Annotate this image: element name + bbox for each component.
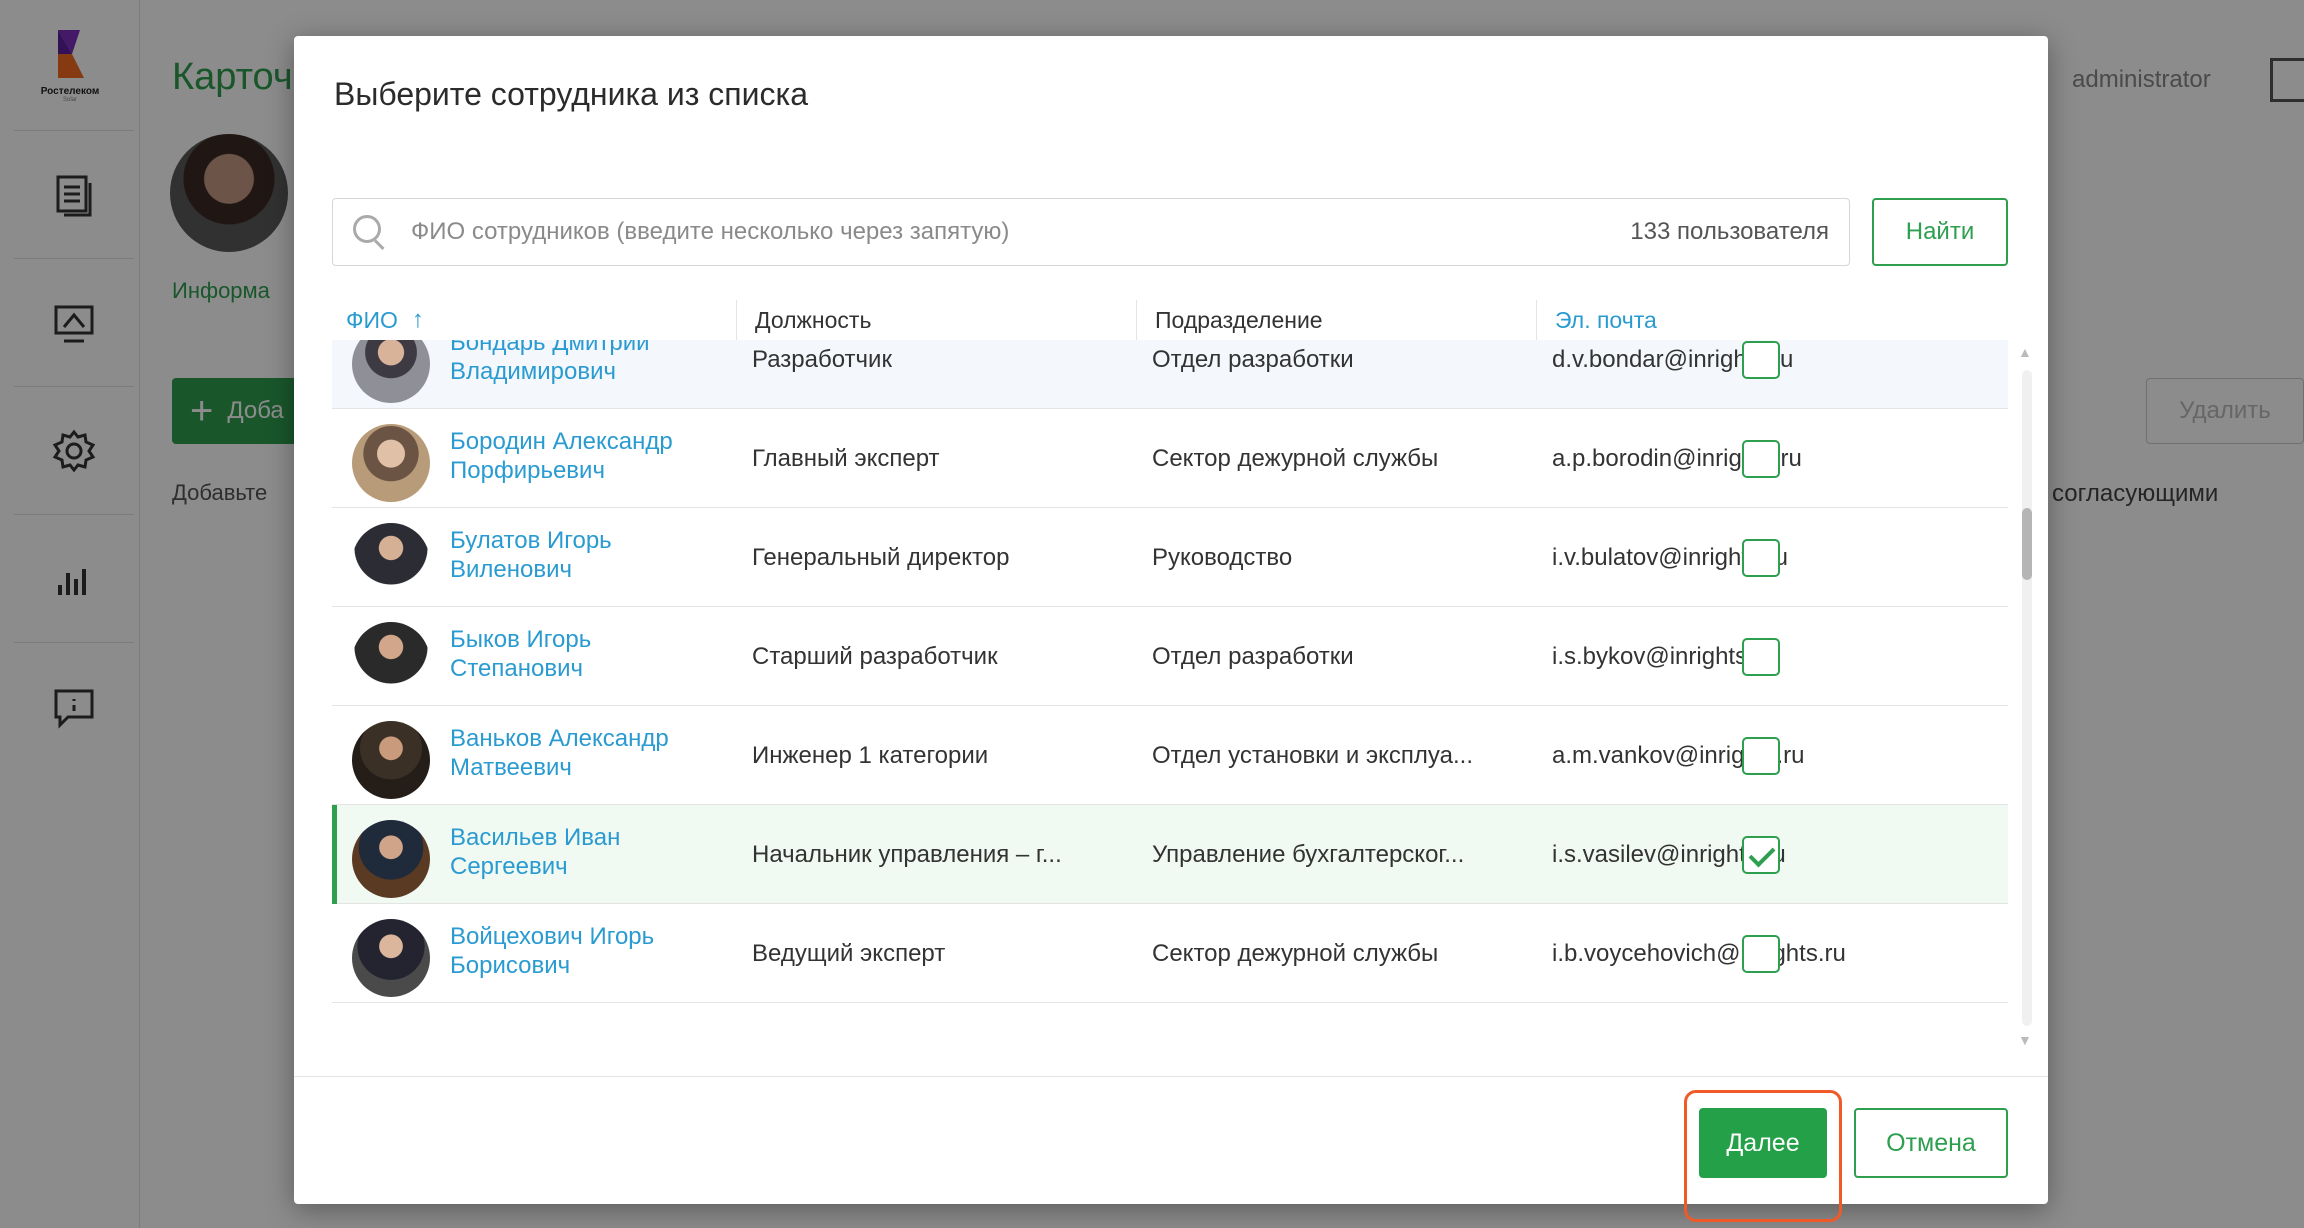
table-row[interactable]: Быков Игорь Степанович Старший разработч… <box>332 607 2008 706</box>
table-row[interactable]: Булатов Игорь Виленович Генеральный дире… <box>332 508 2008 607</box>
employee-department: Отдел разработки <box>1152 642 1354 670</box>
column-department[interactable]: Подразделение <box>1136 300 1536 340</box>
row-checkbox[interactable] <box>1742 539 1780 577</box>
row-checkbox[interactable] <box>1742 737 1780 775</box>
employee-name[interactable]: Булатов Игорь Виленович <box>450 526 720 584</box>
employee-avatar <box>352 721 430 799</box>
employee-position: Старший разработчик <box>752 642 998 670</box>
row-checkbox[interactable] <box>1742 638 1780 676</box>
employee-name[interactable]: Быков Игорь Степанович <box>450 625 720 683</box>
scroll-down-icon[interactable]: ▼ <box>2018 1032 2032 1048</box>
employee-email: i.s.vasilev@inrights.ru <box>1552 840 1786 868</box>
employee-avatar <box>352 523 430 601</box>
row-checkbox[interactable] <box>1742 440 1780 478</box>
find-button[interactable]: Найти <box>1872 198 2008 266</box>
employee-position: Генеральный директор <box>752 543 1010 571</box>
row-checkbox[interactable] <box>1742 935 1780 973</box>
employee-position: Разработчик <box>752 345 892 373</box>
employee-position: Главный эксперт <box>752 444 940 472</box>
scroll-up-icon[interactable]: ▲ <box>2018 344 2032 360</box>
employee-department: Управление бухгалтерског... <box>1152 840 1465 868</box>
employee-email: i.b.voycehovich@inrights.ru <box>1552 939 1846 967</box>
employee-department: Руководство <box>1152 543 1293 571</box>
column-name[interactable]: ФИО ↑ <box>332 300 752 340</box>
footer-divider <box>294 1076 2048 1077</box>
employee-avatar <box>352 622 430 700</box>
search-input[interactable] <box>411 218 1615 246</box>
table-row[interactable]: Бондарь Дмитрий Владимирович Разработчик… <box>332 340 2008 409</box>
row-checkbox-checked[interactable] <box>1742 836 1780 874</box>
scrollbar-thumb[interactable] <box>2022 508 2032 580</box>
column-email[interactable]: Эл. почта <box>1536 300 1936 340</box>
employee-position: Ведущий эксперт <box>752 939 946 967</box>
employee-email: a.p.borodin@inrights.ru <box>1552 444 1802 472</box>
employee-position: Начальник управления – г... <box>752 840 1062 868</box>
employee-email: i.v.bulatov@inrights.ru <box>1552 543 1789 571</box>
table-row[interactable]: Войцехович Игорь Борисович Ведущий экспе… <box>332 904 2008 1003</box>
employee-name[interactable]: Войцехович Игорь Борисович <box>450 922 720 980</box>
scrollbar[interactable] <box>2022 370 2032 1026</box>
sort-arrow-up-icon: ↑ <box>411 306 424 333</box>
employee-department: Отдел разработки <box>1152 345 1354 373</box>
row-checkbox[interactable] <box>1742 341 1780 379</box>
employee-name[interactable]: Бондарь Дмитрий Владимирович <box>450 340 720 386</box>
table-row[interactable]: Бородин Александр Порфирьевич Главный эк… <box>332 409 2008 508</box>
search-box: 133 пользователя <box>332 198 1850 266</box>
employee-name[interactable]: Бородин Александр Порфирьевич <box>450 427 720 485</box>
employee-avatar <box>352 919 430 997</box>
employee-department: Сектор дежурной службы <box>1152 939 1439 967</box>
employee-select-dialog: Выберите сотрудника из списка 133 пользо… <box>294 36 2048 1222</box>
employee-avatar <box>352 820 430 898</box>
employee-email: d.v.bondar@inrights.ru <box>1552 345 1794 373</box>
employee-email: a.m.vankov@inrights.ru <box>1552 741 1805 769</box>
employee-avatar <box>352 424 430 502</box>
search-icon <box>353 215 387 249</box>
user-count: 133 пользователя <box>1630 218 1829 245</box>
employee-name[interactable]: Ваньков Александр Матвеевич <box>450 724 720 782</box>
cancel-button[interactable]: Отмена <box>1854 1108 2008 1178</box>
table-header: ФИО ↑ Должность Подразделение Эл. почта <box>332 300 2008 340</box>
column-position[interactable]: Должность <box>736 300 1136 340</box>
employee-email: i.s.bykov@inrights.ru <box>1552 642 1776 670</box>
dialog-title: Выберите сотрудника из списка <box>334 76 808 112</box>
next-button[interactable]: Далее <box>1699 1108 1827 1178</box>
employee-name[interactable]: Васильев Иван Сергеевич <box>450 823 720 881</box>
table-row[interactable]: Ваньков Александр Матвеевич Инженер 1 ка… <box>332 706 2008 805</box>
employee-table: Бондарь Дмитрий Владимирович Разработчик… <box>332 340 2008 1052</box>
column-name-label: ФИО <box>346 306 398 333</box>
table-row-selected[interactable]: Васильев Иван Сергеевич Начальник управл… <box>332 805 2008 904</box>
employee-avatar <box>352 340 430 403</box>
employee-department: Отдел установки и эксплуа... <box>1152 741 1473 769</box>
employee-position: Инженер 1 категории <box>752 741 989 769</box>
employee-department: Сектор дежурной службы <box>1152 444 1439 472</box>
